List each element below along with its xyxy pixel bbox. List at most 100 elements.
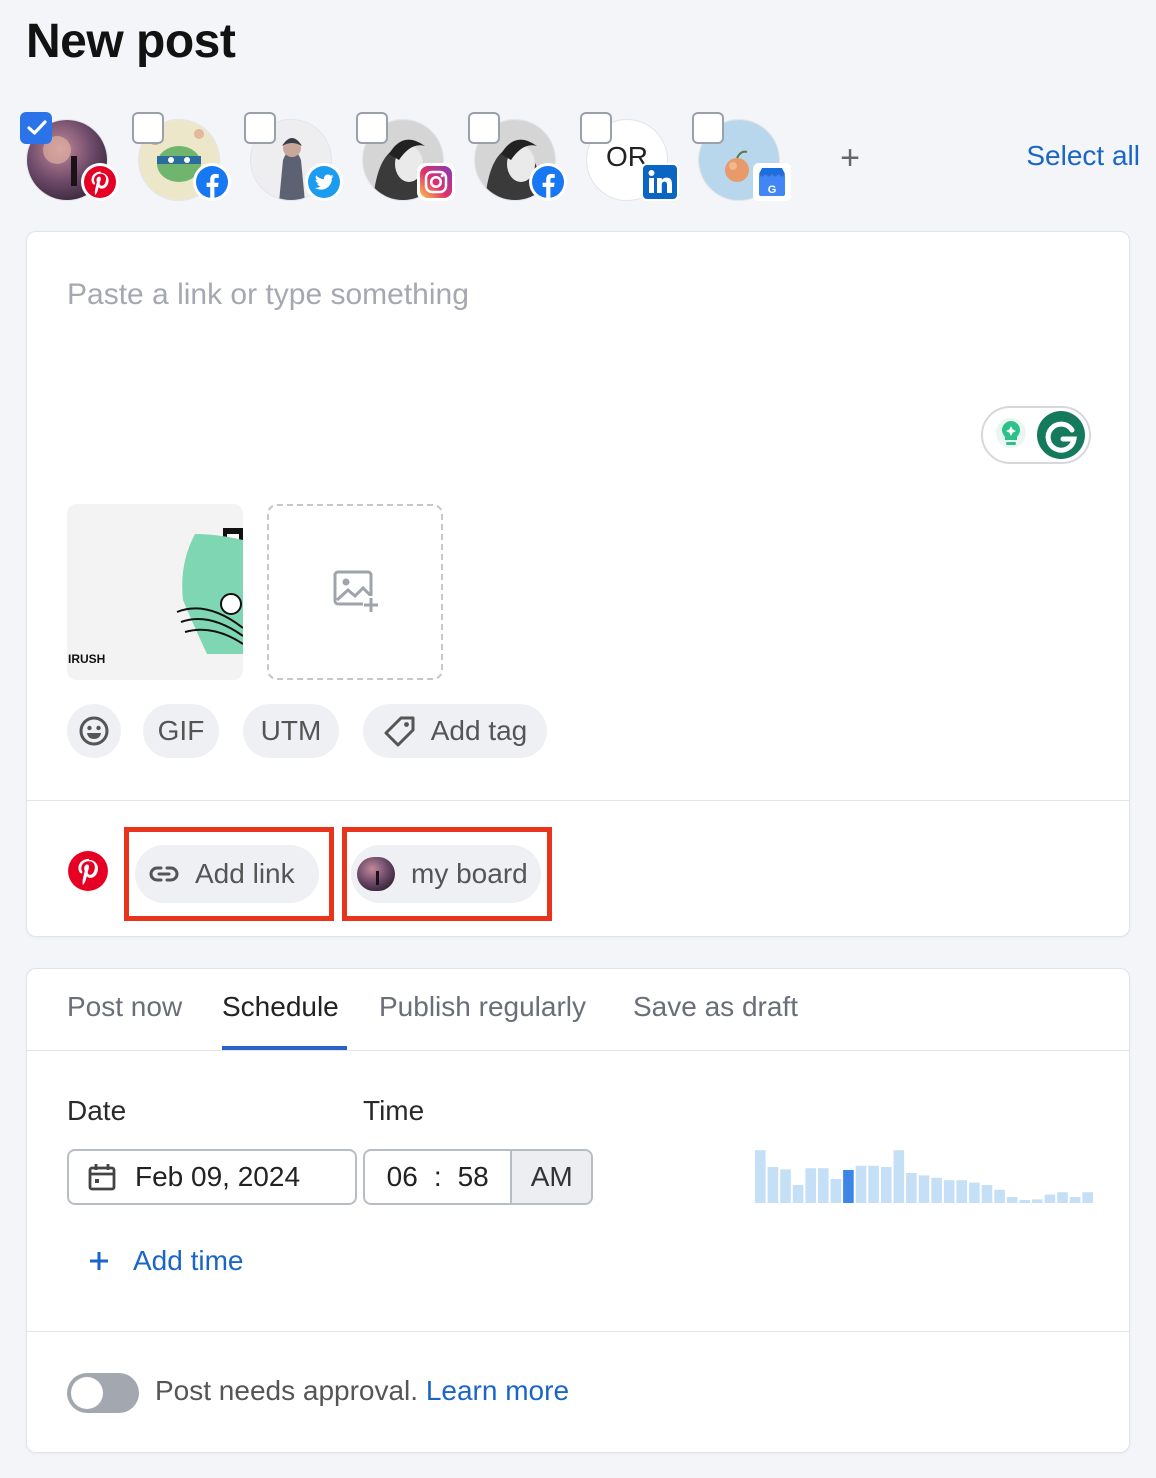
toggle-knob xyxy=(71,1377,103,1409)
learn-more-link[interactable]: Learn more xyxy=(426,1375,569,1406)
activity-bar xyxy=(780,1169,791,1203)
tab-post-now[interactable]: Post now xyxy=(67,991,182,1023)
account-linkedin[interactable]: OR xyxy=(580,112,680,208)
activity-bar xyxy=(943,1180,955,1203)
account-facebook-1[interactable] xyxy=(132,112,232,208)
checkmark-icon xyxy=(27,120,47,135)
add-account-button[interactable]: + xyxy=(832,138,868,178)
post-composer-card: Paste a link or type something IRUSH GIF… xyxy=(26,231,1130,937)
linkedin-badge-icon xyxy=(640,162,680,202)
add-tag-button[interactable]: Add tag xyxy=(363,704,547,758)
activity-bar xyxy=(755,1150,766,1203)
activity-bar xyxy=(1057,1192,1068,1203)
activity-bar xyxy=(818,1168,829,1203)
activity-bar xyxy=(830,1179,842,1203)
divider xyxy=(27,1050,1129,1051)
activity-bar xyxy=(855,1165,867,1203)
activity-bar xyxy=(981,1185,993,1203)
activity-bar xyxy=(1019,1200,1030,1203)
plus-icon xyxy=(90,1252,108,1270)
account-instagram[interactable] xyxy=(356,112,456,208)
activity-bar xyxy=(1082,1192,1093,1203)
tab-schedule[interactable]: Schedule xyxy=(222,991,339,1023)
facebook-badge-icon xyxy=(528,162,568,202)
publishing-options-card: Post now Schedule Publish regularly Save… xyxy=(26,968,1130,1453)
account-google-business[interactable]: G xyxy=(692,112,792,208)
activity-bar xyxy=(767,1167,779,1203)
media-thumbnail[interactable]: IRUSH xyxy=(67,504,243,680)
account-facebook-2[interactable] xyxy=(468,112,568,208)
approval-text-row: Post needs approval. Learn more xyxy=(155,1375,569,1407)
activity-bar xyxy=(893,1150,905,1203)
account-checkbox[interactable] xyxy=(244,112,276,144)
account-checkbox[interactable] xyxy=(132,112,164,144)
approval-text: Post needs approval. xyxy=(155,1375,419,1406)
date-label: Date xyxy=(67,1095,127,1126)
account-checkbox[interactable] xyxy=(692,112,724,144)
add-time-label: Add time xyxy=(133,1245,244,1276)
add-time-button[interactable]: Add time xyxy=(87,1245,244,1277)
gif-button[interactable]: GIF xyxy=(143,704,219,758)
am-pm-toggle[interactable]: AM xyxy=(510,1151,591,1203)
activity-bar xyxy=(1006,1197,1018,1203)
facebook-badge-icon xyxy=(192,162,232,202)
time-fields: 06 : 58 xyxy=(365,1151,510,1203)
activity-bar xyxy=(994,1189,1005,1203)
account-checkbox[interactable] xyxy=(356,112,388,144)
account-twitter[interactable] xyxy=(244,112,344,208)
activity-bar xyxy=(880,1167,892,1203)
add-image-icon xyxy=(333,570,379,612)
activity-bar xyxy=(918,1175,930,1203)
tab-publish-regularly[interactable]: Publish regularly xyxy=(379,991,586,1023)
select-all-link[interactable]: Select all xyxy=(1026,140,1140,172)
add-media-button[interactable] xyxy=(267,504,443,680)
approval-toggle[interactable] xyxy=(67,1373,139,1413)
tag-icon xyxy=(384,716,415,747)
account-checkbox[interactable] xyxy=(20,112,52,144)
pinterest-badge-icon xyxy=(80,162,120,202)
emoji-button[interactable] xyxy=(67,704,121,758)
activity-bar xyxy=(969,1182,980,1203)
link-icon xyxy=(149,866,179,882)
utm-button[interactable]: UTM xyxy=(243,704,339,758)
divider xyxy=(27,1331,1129,1332)
tab-save-as-draft[interactable]: Save as draft xyxy=(633,991,798,1023)
date-picker[interactable]: Feb 09, 2024 xyxy=(67,1149,357,1205)
calendar-icon xyxy=(88,1164,116,1191)
emoji-icon xyxy=(79,716,109,746)
google-business-badge-icon: G xyxy=(752,162,792,202)
board-selector-chip[interactable]: my board xyxy=(351,845,541,903)
add-link-label: Add link xyxy=(195,858,295,889)
activity-bar xyxy=(1069,1197,1081,1203)
svg-text:G: G xyxy=(768,184,777,196)
grammarly-icon xyxy=(996,411,1085,459)
highlight-box: Add link xyxy=(124,827,334,921)
board-thumbnail xyxy=(357,857,395,891)
instagram-badge-icon xyxy=(416,162,456,202)
account-pinterest[interactable] xyxy=(20,112,120,208)
pinterest-icon xyxy=(67,850,109,897)
account-checkbox[interactable] xyxy=(580,112,612,144)
time-separator: : xyxy=(433,1161,442,1192)
pinterest-options: Add link my board xyxy=(27,802,1129,938)
time-hour[interactable]: 06 xyxy=(387,1161,418,1193)
post-text-input[interactable]: Paste a link or type something xyxy=(67,278,469,312)
board-label: my board xyxy=(411,858,528,889)
account-checkbox[interactable] xyxy=(468,112,500,144)
time-minute[interactable]: 58 xyxy=(458,1161,489,1193)
page-title: New post xyxy=(26,15,236,68)
activity-bar xyxy=(906,1173,917,1203)
activity-bar xyxy=(1044,1194,1056,1203)
best-time-activity-chart xyxy=(755,1150,1093,1203)
time-picker[interactable]: 06 : 58 AM xyxy=(363,1149,593,1205)
activity-bar xyxy=(868,1165,879,1203)
highlight-box: my board xyxy=(342,827,552,921)
writing-assistant-widget[interactable] xyxy=(981,406,1091,464)
activity-bar xyxy=(843,1170,854,1203)
add-tag-label: Add tag xyxy=(430,715,528,746)
divider xyxy=(27,800,1129,801)
date-value: Feb 09, 2024 xyxy=(135,1161,301,1192)
activity-bar xyxy=(956,1180,968,1203)
twitter-badge-icon xyxy=(304,162,344,202)
add-link-chip[interactable]: Add link xyxy=(135,845,319,903)
